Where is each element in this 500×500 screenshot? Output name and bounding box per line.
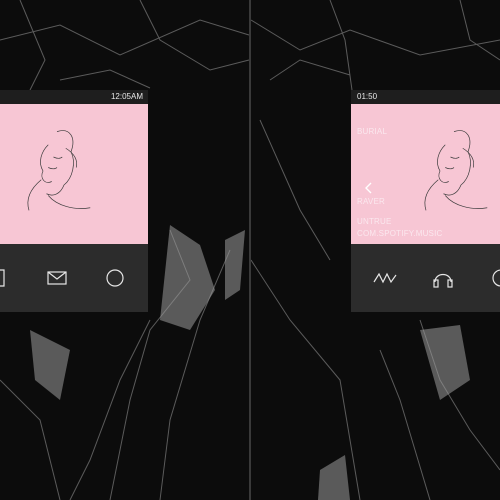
app-dock (0, 244, 148, 312)
artist-name: BURIAL (357, 127, 388, 136)
status-time: 12:05AM (110, 92, 143, 101)
album-name: UNTRUE (357, 217, 392, 226)
album-artwork[interactable] (0, 104, 148, 244)
chevron-left-icon[interactable] (364, 182, 374, 194)
split-divider[interactable] (249, 0, 251, 500)
status-bar: 12:05AM (0, 90, 148, 104)
right-widget-panel: 01:50 BURIAL RAVER UNTRUE COM.SPOTIFY.MU… (351, 90, 500, 312)
waveform-icon[interactable] (373, 266, 397, 290)
left-widget-panel: 12:05AM (0, 90, 148, 312)
face-sketch-icon (424, 130, 488, 211)
face-sketch-icon (27, 130, 91, 211)
mail-icon[interactable] (45, 266, 69, 290)
track-title: RAVER (357, 197, 385, 206)
circle-icon[interactable] (103, 266, 127, 290)
status-bar: 01:50 (351, 90, 500, 104)
phone-icon[interactable] (0, 266, 18, 290)
now-playing-card[interactable]: BURIAL RAVER UNTRUE COM.SPOTIFY.MUSIC I (351, 104, 500, 254)
app-dock (351, 244, 500, 312)
status-time: 01:50 (357, 92, 378, 101)
headphones-icon[interactable] (431, 266, 455, 290)
source-app: COM.SPOTIFY.MUSIC (357, 229, 443, 238)
circle-icon[interactable] (489, 266, 500, 290)
